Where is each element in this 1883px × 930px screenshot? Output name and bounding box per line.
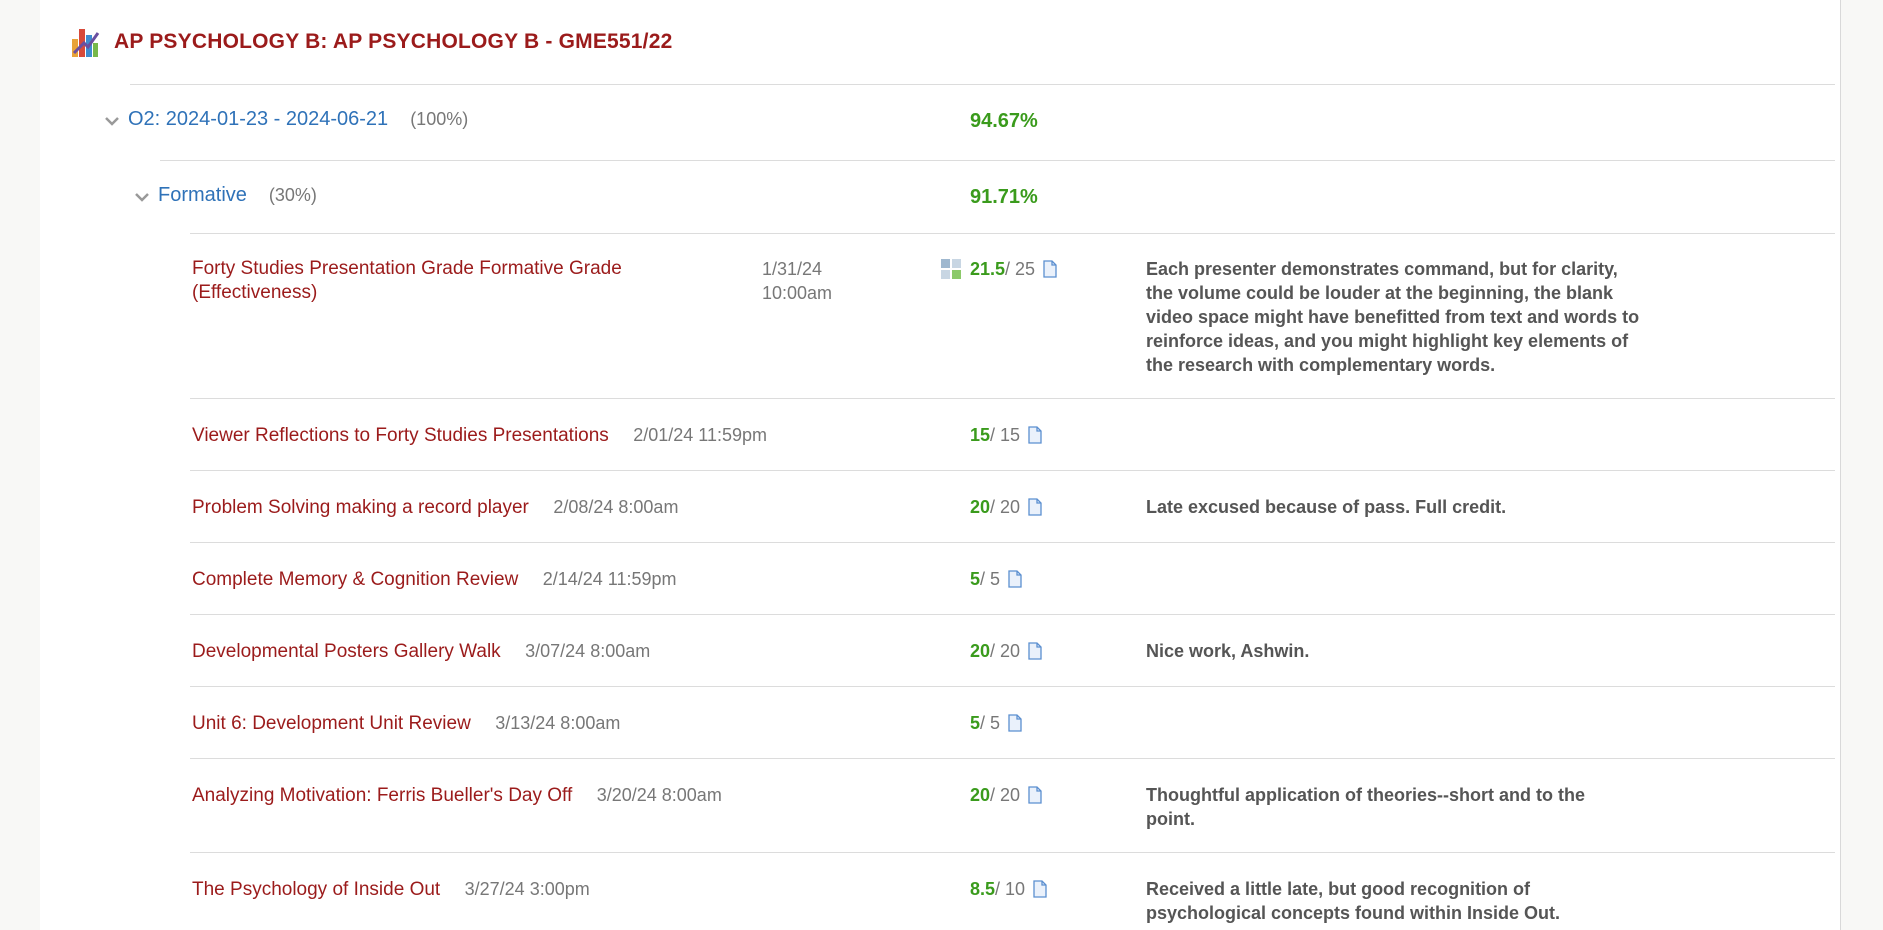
score-possible: / 20 bbox=[990, 785, 1021, 805]
score-earned: 5 bbox=[970, 569, 981, 589]
score-possible: / 20 bbox=[990, 641, 1021, 661]
document-icon[interactable] bbox=[1028, 786, 1042, 804]
course-header: AP PSYCHOLOGY B: AP PSYCHOLOGY B - GME55… bbox=[70, 22, 672, 62]
category-grade: 91.71% bbox=[970, 186, 1038, 208]
assignment-score: 15/ 15 bbox=[970, 423, 1042, 447]
assignment-date: 1/31/24 10:00am bbox=[762, 259, 833, 303]
assignment-comment: Each presenter demonstrates command, but… bbox=[1146, 259, 1640, 375]
divider bbox=[190, 686, 1835, 687]
assignment-date: 3/07/24 8:00am bbox=[525, 641, 651, 661]
divider bbox=[160, 160, 1835, 161]
assignment-date: 2/14/24 11:59pm bbox=[542, 569, 677, 589]
divider bbox=[190, 542, 1835, 543]
assignment-comment: Late excused because of pass. Full credi… bbox=[1146, 497, 1507, 517]
divider bbox=[190, 614, 1835, 615]
assignment-title[interactable]: Analyzing Motivation: Ferris Bueller's D… bbox=[192, 785, 572, 806]
assignment-row: Unit 6: Development Unit Review 3/13/24 … bbox=[192, 711, 620, 736]
divider bbox=[190, 398, 1835, 399]
score-possible: / 15 bbox=[990, 425, 1021, 445]
score-possible: / 25 bbox=[1005, 259, 1036, 279]
divider bbox=[190, 470, 1835, 471]
assignment-row: Viewer Reflections to Forty Studies Pres… bbox=[192, 423, 767, 448]
document-icon[interactable] bbox=[1008, 714, 1022, 732]
document-icon[interactable] bbox=[1028, 498, 1042, 516]
score-possible: / 5 bbox=[980, 569, 1001, 589]
category-title[interactable]: Formative bbox=[158, 184, 247, 206]
divider bbox=[130, 84, 1835, 85]
score-earned: 8.5 bbox=[970, 879, 996, 899]
assignment-title[interactable]: Problem Solving making a record player bbox=[192, 497, 529, 518]
score-earned: 20 bbox=[970, 497, 991, 517]
grade-chart-icon bbox=[72, 29, 100, 57]
assignment-row: Developmental Posters Gallery Walk 3/07/… bbox=[192, 639, 650, 664]
assignment-score: 8.5/ 10 bbox=[970, 877, 1047, 901]
score-earned: 15 bbox=[970, 425, 991, 445]
assignment-score: 5/ 5 bbox=[970, 711, 1022, 735]
assignment-row: The Psychology of Inside Out 3/27/24 3:0… bbox=[192, 877, 590, 902]
score-earned: 20 bbox=[970, 641, 991, 661]
assignment-comment: Thoughtful application of theories--shor… bbox=[1146, 785, 1585, 829]
assignment-date: 3/13/24 8:00am bbox=[495, 713, 621, 733]
assignment-date: 2/01/24 11:59pm bbox=[633, 425, 768, 445]
category-row[interactable]: Formative (30%) bbox=[132, 184, 317, 207]
score-possible: / 20 bbox=[990, 497, 1021, 517]
divider bbox=[190, 758, 1835, 759]
score-possible: / 5 bbox=[980, 713, 1001, 733]
score-earned: 21.5 bbox=[970, 259, 1006, 279]
gradebook-panel: AP PSYCHOLOGY B: AP PSYCHOLOGY B - GME55… bbox=[40, 0, 1841, 930]
document-icon[interactable] bbox=[1028, 642, 1042, 660]
assignment-date: 3/20/24 8:00am bbox=[596, 785, 722, 805]
course-title[interactable]: AP PSYCHOLOGY B: AP PSYCHOLOGY B - GME55… bbox=[114, 30, 672, 54]
document-icon[interactable] bbox=[1033, 880, 1047, 898]
assignment-comment: Received a little late, but good recogni… bbox=[1146, 879, 1561, 923]
document-icon[interactable] bbox=[1043, 260, 1057, 278]
assignment-row: Analyzing Motivation: Ferris Bueller's D… bbox=[192, 783, 722, 808]
assignment-comment: Nice work, Ashwin. bbox=[1146, 641, 1310, 661]
assignment-title[interactable]: The Psychology of Inside Out bbox=[192, 879, 440, 900]
assignment-score: 5/ 5 bbox=[970, 567, 1022, 591]
category-weight: (30%) bbox=[268, 185, 317, 205]
divider bbox=[190, 852, 1835, 853]
grading-period-row[interactable]: O2: 2024-01-23 - 2024-06-21 (100%) bbox=[102, 108, 468, 131]
assignment-score: 20/ 20 bbox=[970, 495, 1042, 519]
score-possible: / 10 bbox=[995, 879, 1026, 899]
divider bbox=[190, 233, 1835, 234]
rubric-icon[interactable] bbox=[940, 258, 962, 280]
document-icon[interactable] bbox=[1028, 426, 1042, 444]
assignment-date: 3/27/24 3:00pm bbox=[464, 879, 590, 899]
assignment-title[interactable]: Unit 6: Development Unit Review bbox=[192, 713, 471, 734]
assignment-row: Complete Memory & Cognition Review 2/14/… bbox=[192, 567, 677, 592]
assignment-title[interactable]: Complete Memory & Cognition Review bbox=[192, 569, 518, 590]
assignment-score: 20/ 20 bbox=[970, 783, 1042, 807]
assignment-score: 20/ 20 bbox=[970, 639, 1042, 663]
score-earned: 20 bbox=[970, 785, 991, 805]
grading-period-title[interactable]: O2: 2024-01-23 - 2024-06-21 bbox=[128, 108, 388, 130]
score-earned: 5 bbox=[970, 713, 981, 733]
assignment-title[interactable]: Forty Studies Presentation Grade Formati… bbox=[192, 257, 632, 305]
grading-period-grade: 94.67% bbox=[970, 110, 1038, 132]
document-icon[interactable] bbox=[1008, 570, 1022, 588]
assignment-title[interactable]: Developmental Posters Gallery Walk bbox=[192, 641, 501, 662]
chevron-down-icon[interactable] bbox=[102, 111, 122, 131]
assignment-date: 2/08/24 8:00am bbox=[553, 497, 679, 517]
chevron-down-icon[interactable] bbox=[132, 187, 152, 207]
assignment-row: Problem Solving making a record player 2… bbox=[192, 495, 678, 520]
assignment-score: 21.5/ 25 bbox=[941, 257, 1057, 281]
assignment-title[interactable]: Viewer Reflections to Forty Studies Pres… bbox=[192, 425, 609, 446]
grading-period-weight: (100%) bbox=[410, 109, 469, 129]
